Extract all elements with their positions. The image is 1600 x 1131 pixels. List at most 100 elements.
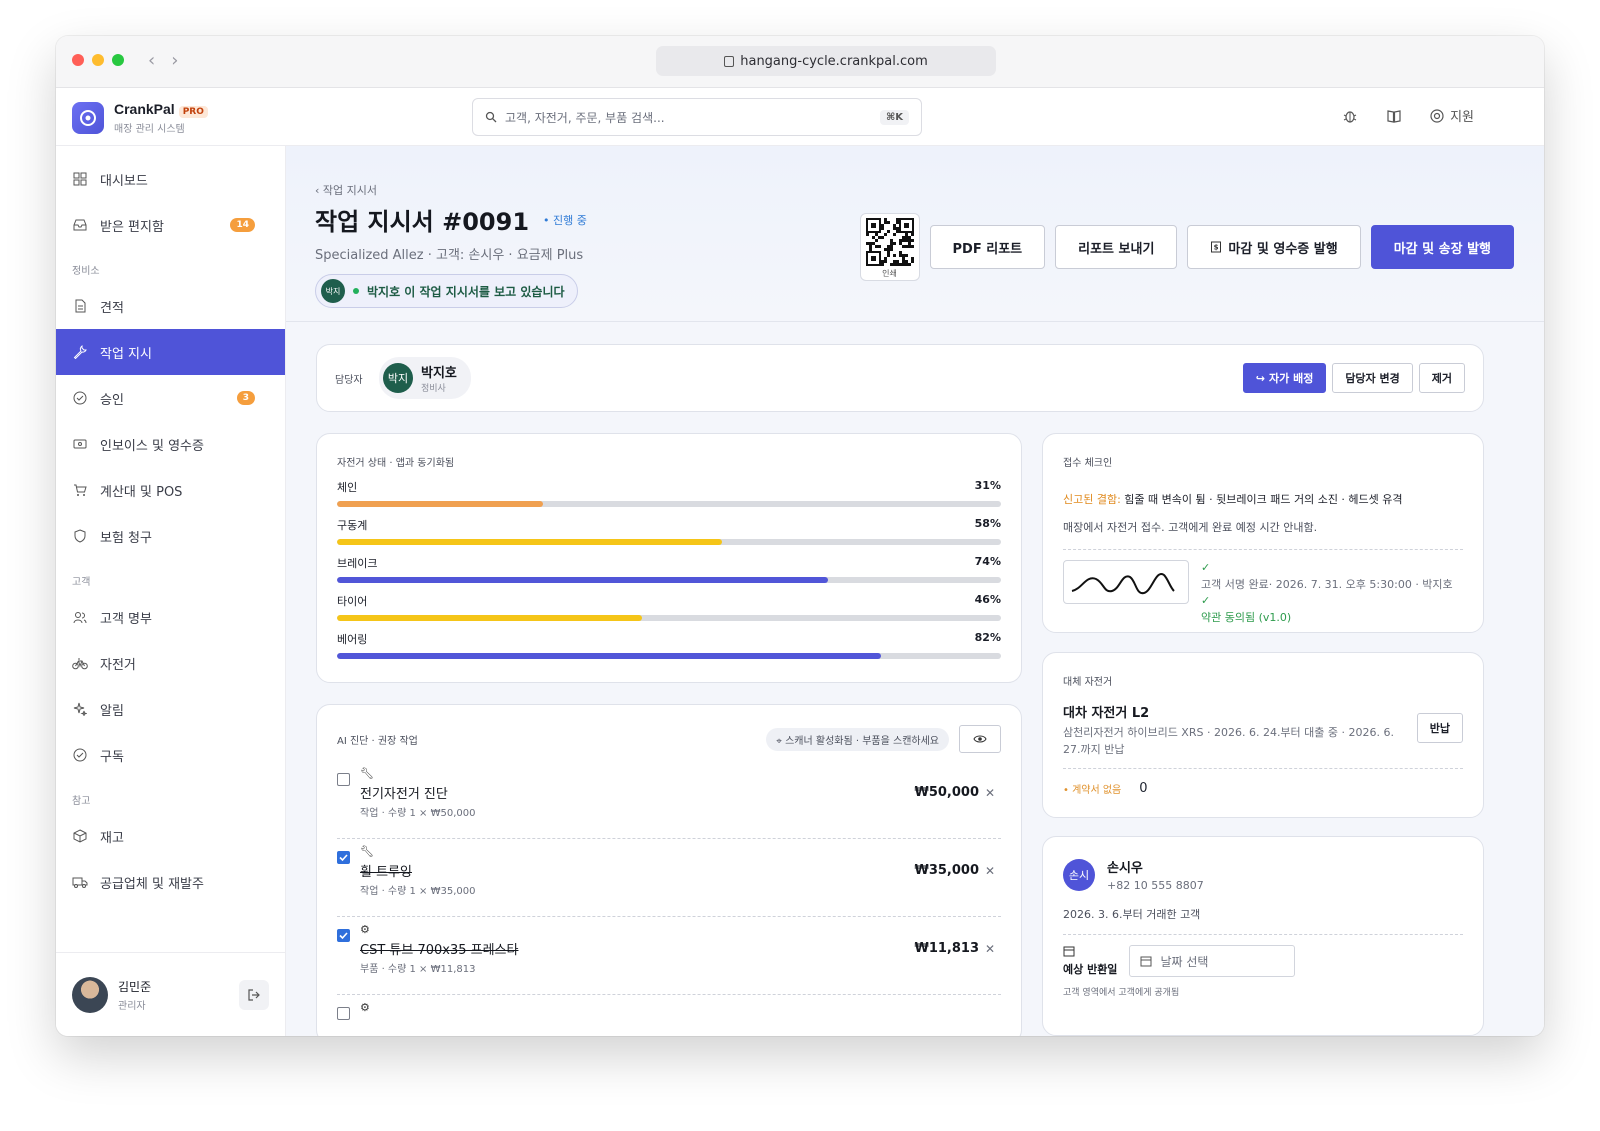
return-loaner-button[interactable]: 반납: [1416, 713, 1463, 743]
sidebar-item-notifications[interactable]: 알림: [56, 686, 285, 732]
sidebar-item-inbox[interactable]: 받은 편지함 14: [56, 202, 285, 248]
sidebar-item-suppliers[interactable]: 공급업체 및 재발주: [56, 859, 285, 905]
sidebar-item-work-orders[interactable]: 작업 지시: [56, 329, 285, 375]
send-report-button[interactable]: 리포트 보내기: [1055, 225, 1178, 269]
box-icon: [72, 828, 88, 844]
back-arrow-icon[interactable]: ‹: [148, 50, 155, 71]
crankpal-logo-icon: [72, 102, 104, 134]
condition-bar-fill: [337, 577, 829, 583]
reported-defects: 신고된 결함: 힘줄 때 변속이 튐 · 뒷브레이크 패드 거의 소진 · 헤드…: [1063, 491, 1463, 507]
sidebar-item-subscriptions[interactable]: 구독: [56, 732, 285, 778]
assign-arrow-icon: ↪: [1255, 371, 1265, 385]
close-and-invoice-button[interactable]: 마감 및 송장 발행: [1370, 225, 1514, 269]
inbox-icon: [72, 217, 88, 233]
sidebar-item-dashboard[interactable]: 대시보드: [56, 156, 285, 202]
sidebar-item-customer-list[interactable]: 고객 명부: [56, 594, 285, 640]
sidebar-item-label: 자전거: [100, 657, 136, 673]
sidebar-item-label: 알림: [100, 703, 124, 719]
close-window-button[interactable]: [72, 54, 84, 66]
task-checkbox[interactable]: [337, 1007, 350, 1020]
condition-row: 브레이크 74%: [337, 555, 1001, 583]
work-order-subtitle: Specialized Allez · 고객: 손시우 · 요금제 Plus: [315, 248, 584, 263]
document-icon: [72, 298, 88, 314]
forward-arrow-icon[interactable]: ›: [171, 50, 178, 71]
status-badge: • 진행 중: [543, 213, 587, 227]
condition-percent: 74%: [974, 555, 1001, 568]
bug-icon[interactable]: [1342, 108, 1358, 124]
user-name: 김민준: [118, 979, 152, 994]
task-list: 🔧︎ 전기자전거 진단 작업 · 수량 1 × ₩50,000 ₩50,000 …: [337, 761, 1001, 1036]
truck-icon: [72, 874, 88, 890]
ai-diagnosis-card: AI 진단 · 권장 작업 ⌖ 스캐너 활성화됨 · 부품을 스캔하세요 🔧︎ …: [316, 704, 1022, 1036]
breadcrumb[interactable]: ‹ 작업 지시서: [315, 182, 377, 198]
bike-condition-title: 자전거 상태 · 앱과 동기화됨: [337, 458, 455, 469]
customer-name[interactable]: 손시우: [1107, 857, 1204, 876]
work-order-header: ‹ 작업 지시서 작업 지시서 #0091 • 진행 중 Specialized…: [286, 146, 1544, 322]
condition-bar-fill: [337, 539, 723, 545]
task-row: ⚙︎ CST 튜브 700x35 프레스타 부품 · 수량 1 × ₩11,81…: [337, 917, 1001, 995]
sidebar-item-label: 대시보드: [100, 173, 148, 189]
sidebar-item-insurance[interactable]: 보험 청구: [56, 513, 285, 559]
viewer-text: 박지호 이 작업 지시서를 보고 있습니다: [367, 284, 565, 299]
change-assignee-button[interactable]: 담당자 변경: [1332, 363, 1413, 393]
sidebar-item-bikes[interactable]: 자전거: [56, 640, 285, 686]
qr-print-button[interactable]: 인쇄: [859, 213, 920, 281]
assignee-avatar: 박지: [383, 363, 413, 393]
online-dot-icon: [353, 288, 359, 294]
loaner-description: 삼천리자전거 하이브리드 XRS · 2026. 6. 24.부터 대출 중 ·…: [1063, 726, 1395, 756]
cart-icon: [72, 482, 88, 498]
remove-assignee-button[interactable]: 제거: [1418, 363, 1465, 393]
search-input[interactable]: 고객, 자전거, 주문, 부품 검색... ⌘K: [472, 98, 922, 136]
close-and-receipt-button[interactable]: $ 마감 및 영수증 발행: [1187, 225, 1361, 269]
condition-percent: 31%: [974, 479, 1001, 492]
page-icon: [724, 55, 735, 67]
ai-diagnosis-title: AI 진단 · 권장 작업: [337, 735, 418, 747]
return-date-input[interactable]: 날짜 선택: [1129, 945, 1296, 977]
condition-label: 구동계: [337, 519, 368, 532]
customer-since: 2026. 3. 6.부터 거래한 고객: [1063, 906, 1463, 935]
return-date-note: 고객 영역에서 고객에게 공개됨: [1063, 988, 1180, 998]
sidebar-item-pos[interactable]: 계산대 및 POS: [56, 467, 285, 513]
approvals-count-badge: 3: [236, 391, 255, 405]
task-checkbox[interactable]: [337, 929, 350, 942]
customer-avatar: 손시: [1063, 858, 1095, 891]
return-date-label: 예상 반환일: [1063, 963, 1118, 976]
sidebar-item-approvals[interactable]: 승인 3: [56, 375, 285, 421]
signed-check-icon: ✓: [1201, 561, 1211, 574]
sidebar-item-label: 재고: [100, 830, 124, 846]
remove-task-icon[interactable]: ✕: [985, 942, 995, 956]
sidebar-item-inventory[interactable]: 재고: [56, 813, 285, 859]
remove-task-icon[interactable]: ✕: [985, 786, 995, 800]
self-assign-button[interactable]: ↪ 자가 배정: [1242, 363, 1327, 393]
loaner-title: 대체 자전거: [1063, 677, 1113, 688]
book-icon[interactable]: [1386, 108, 1402, 124]
eye-icon[interactable]: [959, 725, 1001, 753]
task-checkbox[interactable]: [337, 773, 350, 786]
scanner-status[interactable]: ⌖ 스캐너 활성화됨 · 부품을 스캔하세요: [766, 727, 949, 751]
condition-row: 타이어 46%: [337, 593, 1001, 621]
pdf-report-button[interactable]: PDF 리포트: [929, 225, 1046, 269]
bike-condition-card: 자전거 상태 · 앱과 동기화됨 체인 31% 구동계 58% 브레이크 74% 타이…: [316, 433, 1022, 683]
remove-task-icon[interactable]: ✕: [985, 864, 995, 878]
sidebar-item-estimates[interactable]: 견적: [56, 283, 285, 329]
assignee-chip[interactable]: 박지 박지호 정비사: [379, 357, 471, 399]
condition-label: 브레이크: [337, 557, 378, 570]
condition-bar-track: [337, 615, 1001, 621]
date-placeholder: 날짜 선택: [1160, 954, 1209, 969]
customer-phone[interactable]: +82 10 555 8807: [1107, 879, 1204, 892]
lifebuoy-icon: [1430, 108, 1444, 123]
browser-window: ‹ › hangang-cycle.crankpal.com CrankPal P…: [56, 36, 1544, 1036]
sidebar-item-invoices[interactable]: 인보이스 및 영수증: [56, 421, 285, 467]
task-checkbox[interactable]: [337, 851, 350, 864]
minimize-window-button[interactable]: [92, 54, 104, 66]
sidebar-item-label: 계산대 및 POS: [100, 484, 183, 500]
address-bar[interactable]: hangang-cycle.crankpal.com: [656, 46, 996, 76]
viewer-avatar: 박지: [321, 279, 345, 303]
logout-button[interactable]: [239, 979, 269, 1010]
avatar: [72, 976, 108, 1013]
gear-icon: ⚙︎: [360, 1001, 370, 1014]
brand[interactable]: CrankPal PRO 매장 관리 시스템: [72, 101, 208, 135]
support-button[interactable]: 지원: [1430, 106, 1474, 125]
task-name: 전기자전거 진단: [360, 787, 448, 802]
maximize-window-button[interactable]: [112, 54, 124, 66]
